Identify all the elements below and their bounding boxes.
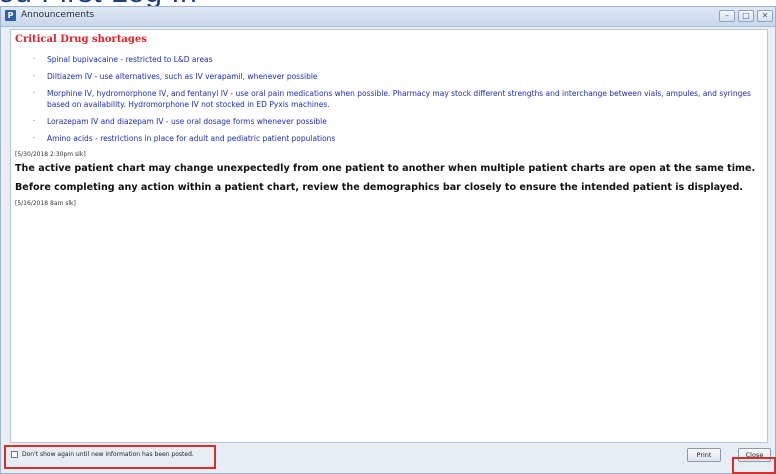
timestamp: [5/16/2018 8am slk] bbox=[15, 200, 76, 207]
app-icon: P bbox=[5, 10, 16, 21]
close-button-highlight-box bbox=[732, 457, 776, 474]
list-item: · Diltiazem IV - use alternatives, such a… bbox=[33, 71, 763, 82]
maximize-button[interactable]: □ bbox=[738, 10, 754, 22]
close-window-button[interactable]: ✕ bbox=[757, 10, 773, 22]
timestamp: [5/30/2018 2:30pm slk] bbox=[15, 151, 86, 158]
section-title: Critical Drug shortages bbox=[15, 34, 147, 45]
bullet-list: · Spinal bupivacaine - restricted to L&D … bbox=[33, 54, 763, 150]
title-bar[interactable]: P Announcements – □ ✕ bbox=[1, 7, 775, 27]
list-item: · Spinal bupivacaine - restricted to L&D … bbox=[33, 54, 763, 65]
checkbox-highlight-box bbox=[4, 445, 216, 469]
list-item-text: Spinal bupivacaine - restricted to L&D a… bbox=[47, 55, 213, 64]
list-item: · Morphine IV, hydromorphone IV, and fent… bbox=[33, 88, 763, 110]
bullet-dot-icon: · bbox=[33, 89, 36, 97]
list-item-text: Lorazepam IV and diazepam IV - use oral … bbox=[47, 117, 327, 126]
bullet-dot-icon: · bbox=[33, 72, 36, 80]
announcement-content: Critical Drug shortages · Spinal bupivaca… bbox=[10, 29, 768, 443]
alert-text: Before completing any action within a pa… bbox=[15, 182, 744, 193]
list-item: · Amino acids - restrictions in place for… bbox=[33, 133, 763, 144]
bullet-dot-icon: · bbox=[33, 134, 36, 142]
list-item-text: Amino acids - restrictions in place for … bbox=[47, 134, 336, 143]
list-item-text: Diltiazem IV - use alternatives, such as… bbox=[47, 72, 318, 81]
list-item: · Lorazepam IV and diazepam IV - use oral… bbox=[33, 116, 763, 127]
bullet-dot-icon: · bbox=[33, 117, 36, 125]
print-button[interactable]: Print bbox=[687, 448, 721, 462]
bullet-dot-icon: · bbox=[33, 55, 36, 63]
announcements-window: P Announcements – □ ✕ Critical Drug shor… bbox=[0, 6, 776, 474]
alert-text: The active patient chart may change unex… bbox=[15, 163, 756, 174]
list-item-text: Morphine IV, hydromorphone IV, and fenta… bbox=[47, 89, 751, 109]
window-title: Announcements bbox=[21, 10, 95, 20]
minimize-button[interactable]: – bbox=[719, 10, 735, 22]
